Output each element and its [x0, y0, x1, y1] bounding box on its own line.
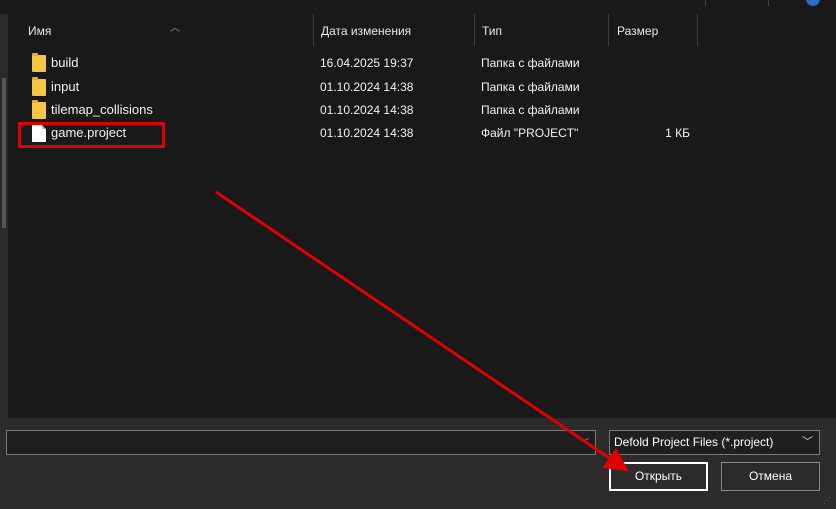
toolbar-separator — [705, 0, 706, 6]
filename-combobox[interactable]: ﹀ — [6, 430, 596, 455]
file-name: input — [51, 79, 80, 94]
annotation-highlight-box — [18, 122, 165, 148]
file-type: Файл "PROJECT" — [481, 126, 579, 140]
file-row-input[interactable]: input 01.10.2024 14:38 Папка с файлами — [22, 76, 702, 98]
column-header-name-label: Имя — [28, 24, 52, 38]
column-divider[interactable] — [697, 14, 698, 46]
help-icon[interactable] — [806, 0, 820, 6]
file-size: 1 КБ — [665, 126, 690, 140]
file-name: tilemap_collisions — [51, 102, 153, 117]
folder-icon — [32, 100, 46, 119]
file-date: 01.10.2024 14:38 — [320, 80, 414, 94]
chevron-down-icon: ﹀ — [802, 436, 813, 448]
column-header-type[interactable]: Тип — [474, 14, 608, 46]
column-header-name[interactable]: Имя ︿ — [20, 14, 312, 46]
file-date: 01.10.2024 14:38 — [320, 103, 414, 117]
sort-ascending-icon: ︿ — [170, 23, 180, 34]
file-type: Папка с файлами — [481, 103, 580, 117]
filetype-selected-label: Defold Project Files (*.project) — [614, 435, 774, 449]
file-type: Папка с файлами — [481, 80, 580, 94]
file-date: 16.04.2025 19:37 — [320, 56, 414, 70]
chevron-down-icon[interactable]: ﹀ — [578, 435, 589, 451]
cancel-button[interactable]: Отмена — [721, 462, 820, 491]
file-open-dialog: Имя ︿ Дата изменения Тип Размер build 16… — [0, 0, 836, 509]
file-row-tilemap-collisions[interactable]: tilemap_collisions 01.10.2024 14:38 Папк… — [22, 99, 702, 121]
scrollbar-thumb[interactable] — [2, 78, 6, 228]
file-row-build[interactable]: build 16.04.2025 19:37 Папка с файлами — [22, 52, 702, 74]
toolbar-separator — [768, 0, 769, 6]
folder-icon — [32, 53, 46, 72]
dialog-footer: ﹀ Defold Project Files (*.project) ﹀ Отк… — [0, 418, 836, 509]
filetype-select[interactable]: Defold Project Files (*.project) ﹀ — [609, 430, 820, 455]
file-type: Папка с файлами — [481, 56, 580, 70]
column-headers: Имя ︿ Дата изменения Тип Размер — [8, 14, 836, 46]
file-date: 01.10.2024 14:38 — [320, 126, 414, 140]
column-header-date[interactable]: Дата изменения — [313, 14, 473, 46]
open-button[interactable]: Открыть — [609, 462, 708, 491]
column-header-size[interactable]: Размер — [609, 14, 699, 46]
file-list — [8, 14, 836, 418]
navigation-pane-scrollbar[interactable] — [0, 14, 8, 418]
file-name: build — [51, 55, 79, 70]
resize-grip-icon[interactable]: ⋰ — [823, 496, 833, 506]
folder-icon — [32, 77, 46, 96]
